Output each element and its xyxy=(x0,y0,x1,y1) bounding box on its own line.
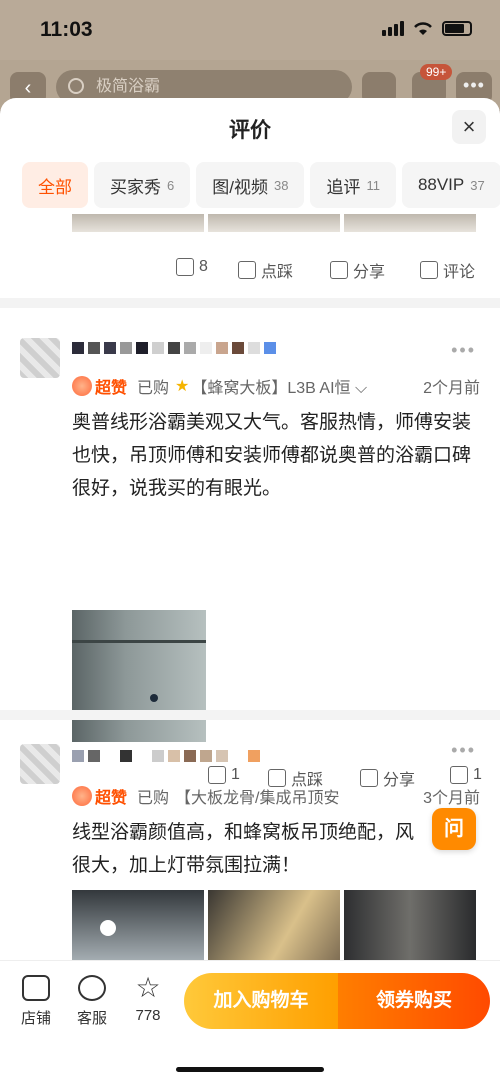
store-label: 店铺 xyxy=(20,1010,51,1027)
review-time: 2个月前 xyxy=(423,380,480,397)
review-photos xyxy=(72,890,476,964)
tab-label: 买家秀 xyxy=(110,177,161,197)
tab-count: 6 xyxy=(167,177,175,193)
tab-count: 37 xyxy=(470,177,485,193)
previous-review-actions: 8 点踩 分享 评论 xyxy=(0,258,500,288)
review-photo[interactable] xyxy=(344,214,476,232)
filter-tabs: 全部 买家秀 6 图/视频 38 追评 11 88VIP 37 xyxy=(22,162,500,208)
super-badge: 超赞 xyxy=(72,784,127,808)
ask-button[interactable]: 问 xyxy=(432,808,476,850)
review-photo[interactable] xyxy=(208,214,340,232)
avatar[interactable] xyxy=(20,338,60,378)
thumbs-up-icon xyxy=(208,766,226,784)
masked-username xyxy=(72,342,276,354)
home-indicator xyxy=(176,1067,324,1072)
sku-selector[interactable]: 【蜂窝大板】L3B AI恒 ⌵ xyxy=(191,374,415,398)
sku-label: 【蜂窝大板】L3B AI恒 xyxy=(191,380,351,397)
search-icon xyxy=(68,78,84,94)
medal-icon xyxy=(72,376,92,396)
medal-icon xyxy=(72,786,92,806)
share-label: 分享 xyxy=(353,264,386,281)
status-icons xyxy=(382,20,472,36)
review-meta: 超赞 已购 【大板龙骨/集成吊顶安 3个月前 xyxy=(72,784,480,808)
more-options-icon[interactable]: ••• xyxy=(451,740,476,761)
sku-label: 【大板龙骨/集成吊顶安 xyxy=(175,790,340,807)
thumbs-up-icon xyxy=(176,258,194,276)
divider xyxy=(0,710,500,720)
super-badge: 超赞 xyxy=(72,374,127,398)
favorite-button[interactable]: ☆ 778 xyxy=(124,972,172,1025)
badge-label: 超赞 xyxy=(95,380,128,397)
bought-label: 已购 xyxy=(137,380,170,397)
buy-button[interactable]: 领券购买 xyxy=(338,973,490,1029)
tab-media[interactable]: 图/视频 38 xyxy=(196,162,305,208)
tab-label: 全部 xyxy=(38,177,72,197)
share-button[interactable]: 分享 xyxy=(330,258,385,282)
service-label: 客服 xyxy=(76,1010,107,1027)
dislike-label: 点踩 xyxy=(261,264,294,281)
like-button[interactable]: 8 xyxy=(176,258,208,276)
masked-username xyxy=(72,750,260,762)
tab-count: 11 xyxy=(366,177,380,193)
divider xyxy=(0,298,500,308)
status-bar: 11:03 xyxy=(0,0,500,60)
tab-label: 图/视频 xyxy=(212,177,268,197)
review-photo[interactable] xyxy=(72,214,204,232)
more-options-icon[interactable]: ••• xyxy=(451,340,476,361)
like-count: 8 xyxy=(199,258,208,275)
review-text: 线型浴霸颜值高，和蜂窝板吊顶绝配，风很大，加上灯带氛围拉满！ xyxy=(72,822,415,876)
signal-icon xyxy=(382,20,404,36)
comment-icon xyxy=(420,261,438,279)
review-meta: 超赞 已购 ★ 【蜂窝大板】L3B AI恒 ⌵ 2个月前 xyxy=(72,374,480,398)
sku-selector[interactable]: 【大板龙骨/集成吊顶安 xyxy=(175,784,415,808)
previous-review-photos xyxy=(72,214,476,232)
comment-button[interactable]: 1 xyxy=(450,766,482,784)
bought-label: 已购 xyxy=(137,790,170,807)
review-photo[interactable] xyxy=(208,890,340,964)
review-text: 奥普线形浴霸美观又大气。客服热情，师傅安装也快，吊顶师傅和安装师傅都说奥普的浴霸… xyxy=(72,412,472,499)
cart-badge: 99+ xyxy=(420,64,453,80)
review-time: 3个月前 xyxy=(423,790,480,807)
store-button[interactable]: 店铺 xyxy=(12,975,60,1028)
dislike-button[interactable]: 点踩 xyxy=(238,258,293,282)
close-button[interactable]: × xyxy=(452,110,486,144)
review-photo[interactable] xyxy=(344,890,476,964)
tab-all[interactable]: 全部 xyxy=(22,162,88,208)
review-sheet: 评价 × 全部 买家秀 6 图/视频 38 追评 11 88VIP 37 8 点踩 分享… xyxy=(0,98,500,1082)
tab-88vip[interactable]: 88VIP 37 xyxy=(401,162,500,208)
battery-icon xyxy=(442,20,472,36)
review-photo[interactable] xyxy=(72,610,206,742)
sheet-title: 评价 xyxy=(229,119,271,142)
share-icon xyxy=(330,261,348,279)
store-icon xyxy=(22,975,50,1001)
favorite-count: 778 xyxy=(135,1007,161,1024)
status-time: 11:03 xyxy=(40,18,93,41)
service-button[interactable]: 客服 xyxy=(68,975,116,1028)
like-count: 1 xyxy=(231,766,240,783)
tab-label: 88VIP xyxy=(417,175,465,194)
thumbs-down-icon xyxy=(238,261,256,279)
tab-buyer-show[interactable]: 买家秀 6 xyxy=(94,162,191,208)
search-placeholder: 极简浴霸 xyxy=(96,78,161,95)
comment-icon xyxy=(450,766,468,784)
comment-label: 评论 xyxy=(443,264,476,281)
wifi-icon xyxy=(414,22,432,35)
tab-followup[interactable]: 追评 11 xyxy=(310,162,396,208)
star-icon: ★ xyxy=(175,378,190,395)
comment-count: 1 xyxy=(473,766,482,783)
add-to-cart-button[interactable]: 加入购物车 xyxy=(184,973,338,1029)
review-photo[interactable] xyxy=(72,890,204,964)
tab-label: 追评 xyxy=(326,177,361,197)
bottom-bar: 店铺 客服 ☆ 778 加入购物车 领券购买 xyxy=(0,960,500,1082)
avatar[interactable] xyxy=(20,744,60,784)
service-icon xyxy=(78,975,106,1001)
like-button[interactable]: 1 xyxy=(208,766,240,784)
star-icon: ☆ xyxy=(135,972,161,1003)
comment-button[interactable]: 评论 xyxy=(420,258,475,282)
badge-label: 超赞 xyxy=(95,790,128,807)
tab-count: 38 xyxy=(273,177,289,193)
